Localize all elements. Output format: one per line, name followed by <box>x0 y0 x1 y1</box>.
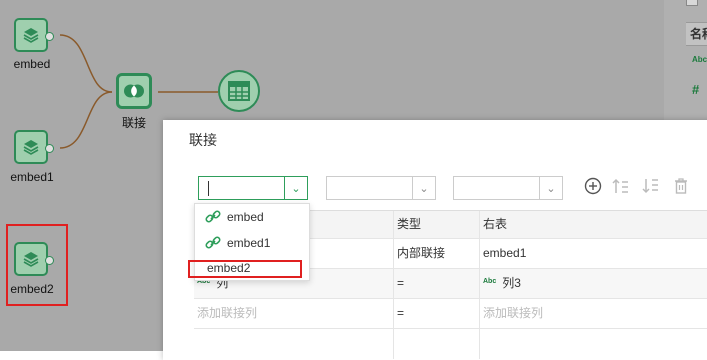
add-join-column-right[interactable]: 添加联接列 <box>479 299 707 328</box>
empty-cell <box>479 329 707 359</box>
checkbox[interactable] <box>686 0 698 6</box>
move-up-icon[interactable] <box>611 176 631 196</box>
embed2-option-highlight-box <box>188 260 302 278</box>
join-icon <box>124 84 144 98</box>
join-type-select[interactable]: ⌄ <box>326 176 436 200</box>
node-label: embed <box>13 57 51 71</box>
header-cell-type: 类型 <box>393 211 479 238</box>
table-empty-row <box>194 329 707 359</box>
header-cell-right-table: 右表 <box>479 211 707 238</box>
cell-join-type[interactable]: 内部联接 <box>393 239 479 268</box>
cell-right-table[interactable]: embed1 <box>479 239 707 268</box>
table-output-node[interactable] <box>218 70 260 112</box>
node-label: embed1 <box>10 170 54 184</box>
embed2-highlight-box <box>6 224 68 306</box>
dropdown-option-label: embed1 <box>227 236 271 250</box>
cell-right-column[interactable]: Abc 列3 <box>479 269 707 298</box>
link-icon <box>205 210 221 223</box>
layers-icon <box>23 28 39 43</box>
text-type-icon: Abc <box>483 278 497 285</box>
embed1-node[interactable] <box>14 130 54 164</box>
dialog-title: 联接 <box>189 132 217 148</box>
dropdown-option-embed[interactable]: embed <box>195 204 309 230</box>
cell-operator[interactable]: = <box>393 299 479 328</box>
link-icon <box>205 236 221 249</box>
delete-icon[interactable] <box>671 176 691 196</box>
table-icon <box>228 81 250 101</box>
text-type-icon: Abc <box>692 55 707 64</box>
join-node[interactable] <box>116 73 152 109</box>
empty-cell <box>393 329 479 359</box>
add-join-column-left[interactable]: 添加联接列 <box>194 299 393 328</box>
output-port[interactable] <box>45 32 54 41</box>
chevron-down-icon[interactable]: ⌄ <box>284 177 307 199</box>
right-table-select[interactable]: ⌄ <box>453 176 563 200</box>
add-icon[interactable] <box>583 176 603 196</box>
cell-operator[interactable]: = <box>393 269 479 298</box>
embed-node[interactable] <box>14 18 54 52</box>
chevron-down-icon[interactable]: ⌄ <box>539 177 562 199</box>
left-table-select[interactable]: ⌄ <box>198 176 308 200</box>
node-label: 联接 <box>121 116 146 130</box>
move-down-icon[interactable] <box>641 176 661 196</box>
table-row[interactable]: 添加联接列 = 添加联接列 <box>194 299 707 329</box>
output-port[interactable] <box>45 144 54 153</box>
empty-cell <box>194 329 393 359</box>
dropdown-option-embed1[interactable]: embed1 <box>195 230 309 256</box>
number-type-icon: # <box>692 82 700 97</box>
layers-icon <box>23 140 39 155</box>
text-cursor <box>208 181 209 196</box>
right-column-name: 列3 <box>502 276 521 290</box>
dropdown-option-label: embed <box>227 210 264 224</box>
column-header-name: 名称 <box>686 22 707 46</box>
chevron-down-icon[interactable]: ⌄ <box>412 177 435 199</box>
